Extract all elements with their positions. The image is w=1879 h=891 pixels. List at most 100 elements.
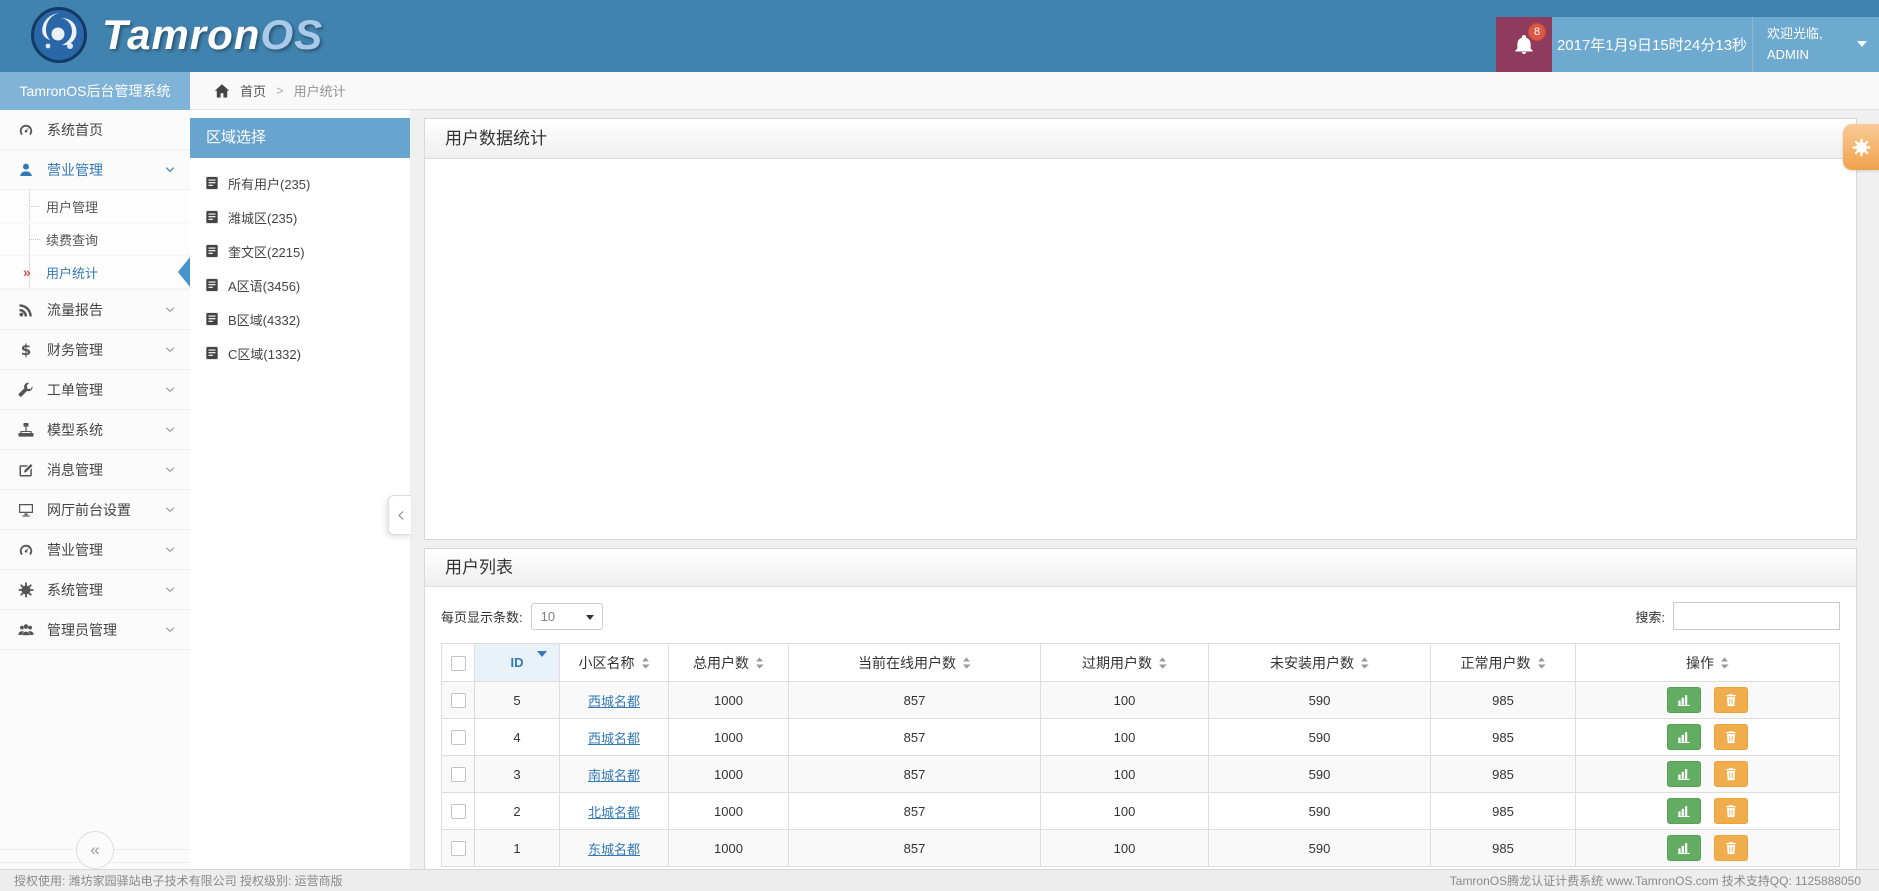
user-menu[interactable]: 欢迎光临, ADMIN — [1752, 17, 1879, 72]
chevron-down-icon — [164, 544, 176, 556]
panel-collapse-handle[interactable] — [388, 495, 411, 535]
sidebar-item-message-management[interactable]: 消息管理 — [0, 450, 190, 490]
cell-online: 857 — [788, 829, 1041, 867]
chart-icon — [1677, 693, 1691, 707]
cell-online: 857 — [788, 755, 1041, 793]
sidebar-collapse-button[interactable]: « — [76, 831, 114, 869]
delete-button[interactable] — [1714, 724, 1749, 750]
sidebar-item-business-management[interactable]: 营业管理 — [0, 150, 190, 190]
delete-button[interactable] — [1714, 687, 1749, 713]
cell-normal: 985 — [1430, 718, 1576, 756]
region-item-a[interactable]: A区语(3456) — [190, 268, 410, 302]
view-chart-button[interactable] — [1666, 724, 1701, 750]
column-header-online-users[interactable]: 当前在线用户数 — [788, 643, 1041, 682]
sidebar-submenu: 用户管理 续费查询 » 用户统计 — [0, 190, 190, 290]
building-icon — [205, 176, 219, 190]
chevron-down-icon — [164, 384, 176, 396]
region-item-c[interactable]: C区域(1332) — [190, 336, 410, 370]
sidebar-item-system-management[interactable]: 系统管理 — [0, 570, 190, 610]
community-link[interactable]: 西城名都 — [588, 731, 640, 746]
view-chart-button[interactable] — [1666, 761, 1701, 787]
caret-down-icon — [1857, 41, 1867, 52]
sort-icon — [1720, 657, 1729, 669]
chevron-down-icon — [164, 164, 176, 176]
cell-normal: 985 — [1430, 681, 1576, 719]
region-item-kuiwen[interactable]: 奎文区(2215) — [190, 234, 410, 268]
sidebar-subitem-user-management[interactable]: 用户管理 — [0, 190, 190, 223]
page-size-select[interactable]: 10 — [530, 602, 603, 630]
notification-badge: 8 — [1528, 23, 1546, 41]
cell-expired: 100 — [1040, 718, 1209, 756]
delete-button[interactable] — [1714, 835, 1749, 861]
building-icon — [205, 210, 219, 224]
region-item-weicheng[interactable]: 潍城区(235) — [190, 200, 410, 234]
column-header-uninstalled-users[interactable]: 未安装用户数 — [1208, 643, 1431, 682]
breadcrumb-home[interactable]: 首页 — [240, 81, 266, 100]
top-header: TamronOS 8 2017年1月9日15时24分13秒 欢迎光临, ADMI… — [0, 0, 1879, 72]
building-icon — [205, 346, 219, 360]
chevron-down-icon — [164, 624, 176, 636]
wrench-icon — [18, 382, 34, 398]
view-chart-button[interactable] — [1666, 798, 1701, 824]
table-header-row: ID 小区名称 总用户数 当前在线用户数 过期用户数 未安装用户数 正常用户数 … — [441, 643, 1840, 682]
sidebar-item-admin-management[interactable]: 管理员管理 — [0, 610, 190, 650]
sidebar-item-model-system[interactable]: 模型系统 — [0, 410, 190, 450]
breadcrumb-separator: > — [276, 83, 284, 98]
select-all-cell — [441, 643, 475, 682]
region-item-all-users[interactable]: 所有用户(235) — [190, 166, 410, 200]
cell-normal: 985 — [1430, 792, 1576, 830]
sidebar-title: TamronOS后台管理系统 — [0, 72, 190, 110]
sidebar-item-work-order[interactable]: 工单管理 — [0, 370, 190, 410]
select-all-checkbox[interactable] — [450, 655, 466, 671]
chevron-left-icon — [394, 509, 407, 522]
sidebar-item-finance-management[interactable]: 财务管理 — [0, 330, 190, 370]
globe-logo-icon — [31, 7, 87, 63]
row-checkbox[interactable] — [450, 693, 466, 709]
row-checkbox[interactable] — [450, 841, 466, 857]
region-panel: 区域选择 所有用户(235) 潍城区(235) 奎文区(2215) A区语(34… — [190, 110, 410, 869]
search-box: 搜索: — [1635, 602, 1840, 630]
community-link[interactable]: 东城名都 — [588, 842, 640, 857]
settings-gear-button[interactable] — [1843, 124, 1879, 170]
sort-icon — [641, 657, 650, 669]
sidebar-item-system-home[interactable]: 系统首页 — [0, 110, 190, 150]
trash-icon — [1724, 841, 1738, 855]
column-header-normal-users[interactable]: 正常用户数 — [1430, 643, 1576, 682]
cell-total: 1000 — [668, 829, 789, 867]
stats-panel-title: 用户数据统计 — [425, 119, 1856, 159]
sort-icon — [755, 657, 764, 669]
row-checkbox[interactable] — [450, 767, 466, 783]
column-header-total-users[interactable]: 总用户数 — [668, 643, 789, 682]
column-header-actions[interactable]: 操作 — [1575, 643, 1840, 682]
table-row: 1 东城名都 1000 857 100 590 985 — [441, 829, 1840, 867]
view-chart-button[interactable] — [1666, 835, 1701, 861]
notification-button[interactable]: 8 — [1496, 17, 1552, 72]
sidebar-item-traffic-report[interactable]: 流量报告 — [0, 290, 190, 330]
cell-normal: 985 — [1430, 755, 1576, 793]
active-pointer — [178, 257, 190, 287]
region-item-b[interactable]: B区域(4332) — [190, 302, 410, 336]
sidebar-item-business-management-2[interactable]: 营业管理 — [0, 530, 190, 570]
gears-icon — [18, 582, 34, 598]
trash-icon — [1724, 730, 1738, 744]
row-checkbox[interactable] — [450, 804, 466, 820]
community-link[interactable]: 南城名都 — [588, 768, 640, 783]
community-link[interactable]: 西城名都 — [588, 694, 640, 709]
table-row: 4 西城名都 1000 857 100 590 985 — [441, 718, 1840, 756]
view-chart-button[interactable] — [1666, 687, 1701, 713]
sidebar-subitem-user-statistics[interactable]: » 用户统计 — [0, 256, 190, 289]
row-checkbox[interactable] — [450, 730, 466, 746]
delete-button[interactable] — [1714, 761, 1749, 787]
delete-button[interactable] — [1714, 798, 1749, 824]
column-header-expired-users[interactable]: 过期用户数 — [1040, 643, 1209, 682]
breadcrumb: 首页 > 用户统计 — [190, 72, 1879, 110]
stats-panel: 用户数据统计 — [424, 118, 1857, 540]
sorted-caret-icon — [537, 651, 547, 662]
sidebar-subitem-renewal-query[interactable]: 续费查询 — [0, 223, 190, 256]
column-header-id[interactable]: ID — [474, 643, 560, 682]
column-header-community[interactable]: 小区名称 — [559, 643, 669, 682]
search-input[interactable] — [1673, 602, 1840, 630]
user-icon — [18, 162, 34, 178]
sidebar-item-front-desk-settings[interactable]: 网厅前台设置 — [0, 490, 190, 530]
community-link[interactable]: 北城名都 — [588, 805, 640, 820]
